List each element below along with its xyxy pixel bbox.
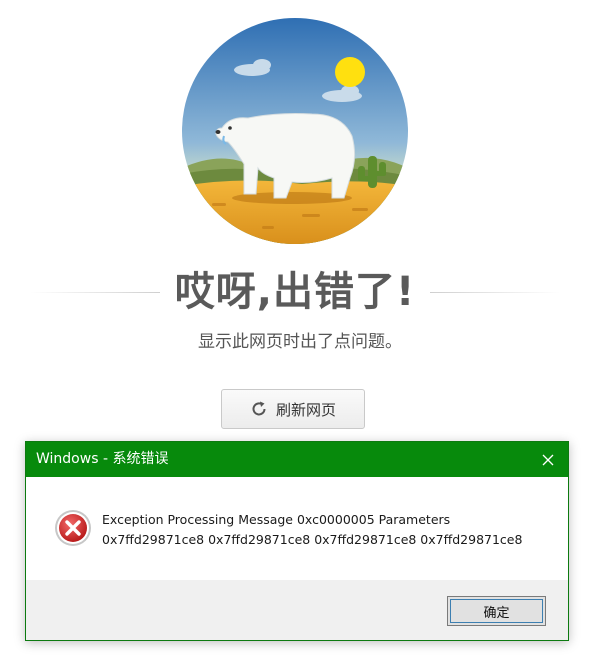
error-icon [55,510,91,546]
dialog-body: Exception Processing Message 0xc0000005 … [26,477,568,580]
dialog-titlebar[interactable]: Windows - 系统错误 [26,442,568,477]
refresh-page-button[interactable]: 刷新网页 [221,389,365,429]
dialog-title: Windows - 系统错误 [36,451,169,467]
ok-button[interactable]: 确定 [447,596,546,626]
error-message: Exception Processing Message 0xc0000005 … [102,510,557,550]
headline-row: 哎呀,出错了! [0,264,600,320]
close-icon [542,454,554,465]
error-subtitle: 显示此网页时出了点问题。 [198,332,402,352]
headline-divider-right [430,292,560,293]
dialog-footer: 确定 [26,580,568,640]
refresh-icon [252,401,266,416]
headline-divider-left [30,292,160,293]
system-error-dialog: Windows - 系统错误 Exception Processing Mess… [25,441,569,641]
polar-bear-illustration [182,18,408,244]
error-message-line-2: 0x7ffd29871ce8 0x7ffd29871ce8 0x7ffd2987… [102,532,523,547]
refresh-button-label: 刷新网页 [275,400,336,419]
page-title: 哎呀,出错了! [174,269,416,315]
close-button[interactable] [528,442,568,477]
error-message-line-1: Exception Processing Message 0xc0000005 … [102,512,451,527]
